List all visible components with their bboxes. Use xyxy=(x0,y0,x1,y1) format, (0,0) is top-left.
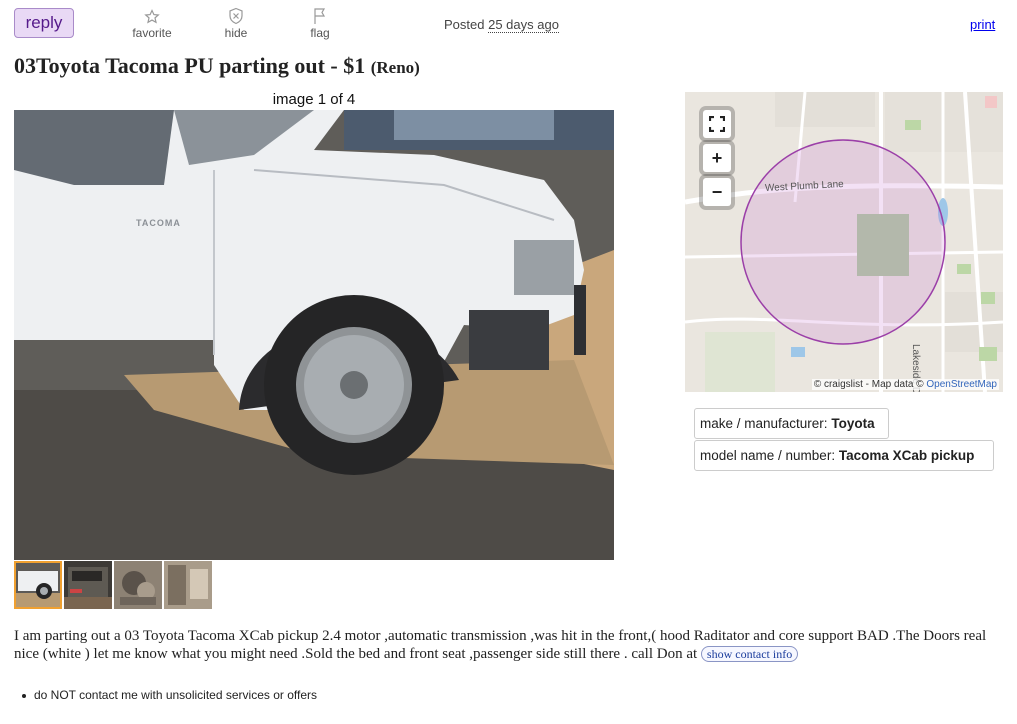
posted-time: 25 days ago xyxy=(488,17,559,33)
bullet-icon xyxy=(22,693,26,698)
main-image[interactable]: TACOMA xyxy=(14,110,614,560)
thumbnail-2[interactable] xyxy=(64,561,112,609)
make-value: Toyota xyxy=(831,416,875,431)
hide-icon xyxy=(206,5,266,25)
model-value: Tacoma XCab pickup xyxy=(838,448,975,463)
thumbnail-3[interactable] xyxy=(114,561,162,609)
hide-label: hide xyxy=(224,26,248,40)
favorite-button[interactable]: favorite xyxy=(122,5,182,40)
posting-body-text: I am parting out a 03 Toyota Tacoma XCab… xyxy=(14,628,987,662)
posted-prefix: Posted xyxy=(444,17,485,32)
flag-icon xyxy=(290,5,350,25)
flag-label: flag xyxy=(310,26,330,40)
notice-text: do NOT contact me with unsolicited servi… xyxy=(34,688,318,702)
truck-photo xyxy=(14,110,614,560)
posting-location: (Reno) xyxy=(370,58,420,77)
posted-date: Posted 25 days ago xyxy=(444,17,559,33)
star-icon xyxy=(122,5,182,25)
print-link[interactable]: print xyxy=(970,17,995,32)
thumbnail-1[interactable] xyxy=(14,561,62,609)
fullscreen-icon xyxy=(709,116,725,132)
image-counter: image 1 of 4 xyxy=(272,91,356,108)
model-label: model name / number: xyxy=(700,448,836,463)
make-label: make / manufacturer: xyxy=(700,416,828,431)
map-zoom-in-button[interactable]: + xyxy=(703,144,731,172)
map-attribution: © craigslist - Map data © OpenStreetMap xyxy=(811,379,999,390)
location-map[interactable]: West Plumb Lane Lakeside D + − © craigsl… xyxy=(685,92,1003,392)
reply-button[interactable]: reply xyxy=(14,8,74,38)
favorite-label: favorite xyxy=(132,26,172,40)
thumbnail-4[interactable] xyxy=(164,561,212,609)
page-title: 03Toyota Tacoma PU parting out - $1 (Ren… xyxy=(14,53,420,79)
thumbnail-strip xyxy=(14,561,212,609)
show-contact-info-button[interactable]: show contact info xyxy=(700,646,799,662)
posting-title-text: 03Toyota Tacoma PU parting out - $1 xyxy=(14,53,366,78)
flag-button[interactable]: flag xyxy=(290,5,350,40)
map-zoom-out-button[interactable]: − xyxy=(703,178,731,206)
make-attribute: make / manufacturer: Toyota xyxy=(694,408,889,439)
hide-button[interactable]: hide xyxy=(206,5,266,40)
notice-item: do NOT contact me with unsolicited servi… xyxy=(22,688,317,702)
truck-badge: TACOMA xyxy=(136,218,181,228)
openstreetmap-link[interactable]: OpenStreetMap xyxy=(926,379,997,390)
model-attribute: model name / number: Tacoma XCab pickup xyxy=(694,440,994,471)
map-tiles xyxy=(685,92,1003,392)
map-attribution-text: © craigslist - Map data © xyxy=(813,379,924,390)
posting-body: I am parting out a 03 Toyota Tacoma XCab… xyxy=(14,627,1004,663)
map-fullscreen-button[interactable] xyxy=(703,110,731,138)
